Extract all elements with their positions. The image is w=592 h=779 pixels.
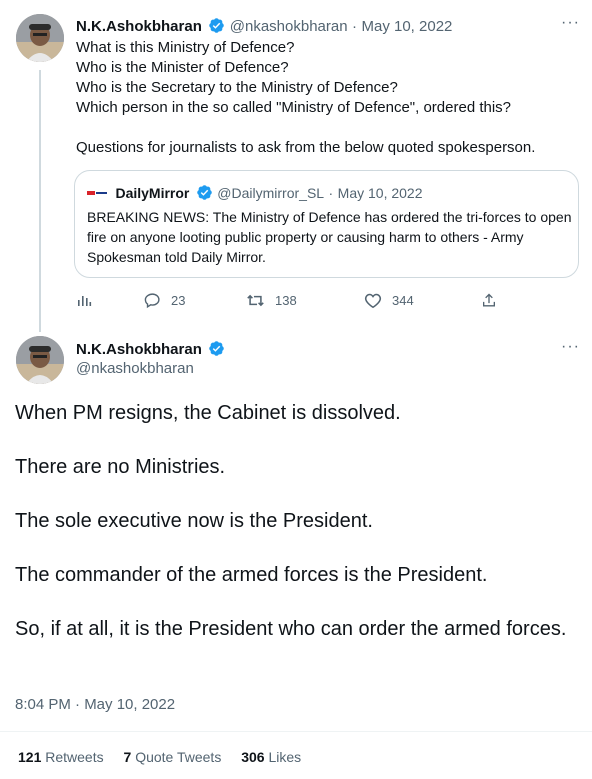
reply-count: 23 bbox=[171, 293, 186, 308]
reply-button[interactable]: 23 bbox=[144, 292, 185, 309]
dailymirror-logo-icon bbox=[87, 189, 107, 196]
quote-author-handle: @Dailymirror_SL bbox=[217, 185, 325, 201]
heart-icon bbox=[364, 293, 382, 309]
quoted-tweet-card[interactable]: DailyMirror @Dailymirror_SL · May 10, 20… bbox=[74, 170, 579, 278]
author-name[interactable]: N.K.Ashokbharan bbox=[76, 18, 202, 35]
avatar-photo-icon bbox=[16, 14, 64, 62]
retweet-count: 138 bbox=[275, 293, 297, 308]
analytics-icon bbox=[78, 296, 92, 306]
likes-stat[interactable]: 306 Likes bbox=[241, 749, 301, 765]
author-handle[interactable]: @nkashokbharan bbox=[76, 360, 194, 377]
tweet-text-line: Questions for journalists to ask from th… bbox=[76, 139, 536, 156]
more-options-icon[interactable]: ··· bbox=[561, 338, 580, 356]
tweet2-author-name-row: N.K.Ashokbharan bbox=[76, 340, 225, 359]
tweet-paragraph: The commander of the armed forces is the… bbox=[15, 564, 488, 586]
share-button[interactable] bbox=[481, 292, 497, 309]
retweet-icon bbox=[247, 294, 264, 307]
quote-tweets-count: 7 bbox=[123, 749, 132, 765]
verified-badge-icon bbox=[209, 341, 225, 356]
tweet-text-line: Who is the Secretary to the Ministry of … bbox=[76, 79, 398, 96]
avatar-photo-icon bbox=[16, 336, 64, 384]
more-options-icon[interactable]: ··· bbox=[561, 14, 580, 32]
tweet-text-line: Which person in the so called "Ministry … bbox=[76, 99, 512, 116]
thread-connector-line bbox=[39, 70, 41, 332]
meta-separator: · bbox=[328, 185, 334, 201]
tweet1-header: N.K.Ashokbharan @nkashokbharan · May 10,… bbox=[76, 17, 452, 36]
reply-icon bbox=[144, 293, 160, 309]
retweets-label: Retweets bbox=[45, 749, 104, 765]
likes-label: Likes bbox=[268, 749, 302, 765]
tweet-action-bar: 23 138 344 bbox=[76, 292, 506, 312]
author-handle[interactable]: @nkashokbharan bbox=[230, 18, 348, 35]
tweet-paragraph: So, if at all, it is the President who c… bbox=[15, 618, 567, 640]
divider bbox=[0, 731, 592, 732]
tweet-paragraph: The sole executive now is the President. bbox=[15, 510, 373, 532]
like-count: 344 bbox=[392, 293, 414, 308]
author-name[interactable]: N.K.Ashokbharan bbox=[76, 341, 202, 358]
quote-date: May 10, 2022 bbox=[337, 185, 423, 201]
engagement-stats: 121 Retweets 7 Quote Tweets 306 Likes bbox=[18, 749, 317, 765]
quote-tweets-stat[interactable]: 7 Quote Tweets bbox=[124, 749, 222, 765]
verified-badge-icon bbox=[197, 185, 212, 200]
retweet-button[interactable]: 138 bbox=[246, 292, 297, 309]
quote-author-name: DailyMirror bbox=[115, 185, 190, 201]
quote-header: DailyMirror @Dailymirror_SL · May 10, 20… bbox=[87, 184, 423, 203]
meta-separator: · bbox=[352, 18, 358, 35]
retweets-stat[interactable]: 121 Retweets bbox=[18, 749, 104, 765]
like-button[interactable]: 344 bbox=[364, 292, 414, 309]
retweets-count: 121 bbox=[18, 749, 42, 765]
tweet-text-line: Who is the Minister of Defence? bbox=[76, 59, 289, 76]
tweet-paragraph: There are no Ministries. bbox=[15, 456, 226, 478]
quote-text: BREAKING NEWS: The Ministry of Defence h… bbox=[87, 209, 572, 265]
verified-badge-icon bbox=[209, 18, 225, 33]
avatar[interactable] bbox=[16, 336, 64, 384]
tweet1-body: What is this Ministry of Defence? Who is… bbox=[76, 38, 576, 158]
tweet-timestamp[interactable]: 8:04 PM · May 10, 2022 bbox=[15, 696, 175, 713]
avatar[interactable] bbox=[16, 14, 64, 62]
share-icon bbox=[483, 293, 495, 307]
tweet-text-line: What is this Ministry of Defence? bbox=[76, 39, 295, 56]
tweet-date[interactable]: May 10, 2022 bbox=[361, 18, 452, 35]
tweet-paragraph: When PM resigns, the Cabinet is dissolve… bbox=[15, 402, 401, 424]
likes-count: 306 bbox=[241, 749, 265, 765]
tweet2-body: When PM resigns, the Cabinet is dissolve… bbox=[15, 401, 585, 641]
quote-tweets-label: Quote Tweets bbox=[135, 749, 222, 765]
analytics-button[interactable] bbox=[76, 292, 92, 308]
